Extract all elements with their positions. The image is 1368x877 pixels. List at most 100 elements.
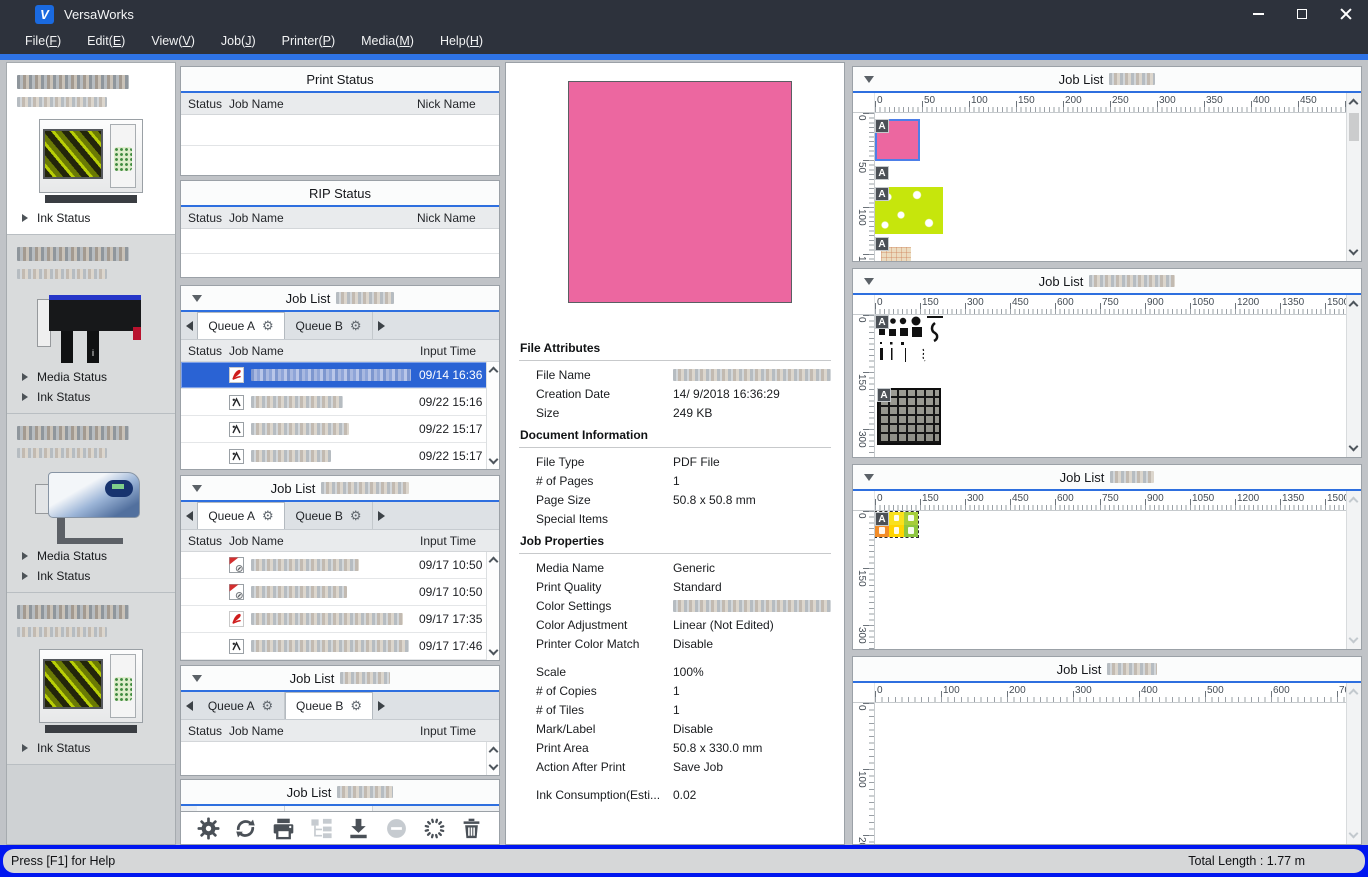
menu-help[interactable]: Help(H) (427, 30, 496, 52)
layout-canvas[interactable] (875, 703, 1346, 844)
collapse-panel-icon[interactable] (864, 474, 874, 481)
printer-card-4[interactable]: Ink Status (7, 593, 175, 765)
scroll-down-button[interactable] (1349, 634, 1359, 644)
scroll-up-button[interactable] (1349, 497, 1359, 507)
scroll-up-button[interactable] (1349, 301, 1359, 311)
ink-status-expander[interactable]: Ink Status (7, 738, 175, 758)
expander-label: Media Status (37, 549, 107, 563)
tab-scroll-right-button[interactable] (373, 502, 389, 529)
settings-button[interactable] (193, 813, 223, 843)
tab-scroll-right-button[interactable] (373, 692, 389, 719)
collapse-panel-icon[interactable] (864, 278, 874, 285)
tab-queue-b[interactable]: Queue B⚙ (285, 692, 373, 719)
menu-media[interactable]: Media(M) (348, 30, 427, 52)
ruler-label: 150 (856, 570, 867, 587)
ruler-label: 1050 (1192, 297, 1214, 308)
job-row[interactable]: 09/17 17:46 (181, 633, 499, 660)
detail-value: Generic (673, 561, 831, 575)
job-row[interactable]: 09/17 10:50 (181, 579, 499, 606)
scroll-up-button[interactable] (488, 367, 498, 377)
media-status-expander[interactable]: Media Status (7, 367, 175, 387)
job-list-scrollbar[interactable] (486, 552, 499, 660)
nest-button[interactable] (306, 813, 336, 843)
scroll-down-button[interactable] (1349, 246, 1359, 256)
queue-settings-icon[interactable]: ⚙ (350, 318, 362, 334)
tab-label: Queue A (208, 509, 255, 523)
printer-card-3[interactable]: Media Status Ink Status (7, 414, 175, 593)
queue-settings-icon[interactable]: ⚙ (262, 508, 274, 524)
scroll-down-button[interactable] (1349, 442, 1359, 452)
printer-card-1[interactable]: Ink Status (7, 63, 175, 235)
collapse-panel-icon[interactable] (864, 76, 874, 83)
job-list-scrollbar[interactable] (486, 742, 499, 775)
scroll-down-button[interactable] (488, 646, 498, 656)
detail-value: Linear (Not Edited) (673, 618, 831, 632)
job-list-scrollbar[interactable] (486, 362, 499, 469)
media-status-expander[interactable]: Media Status (7, 546, 175, 566)
maximize-button[interactable] (1280, 0, 1324, 28)
ruler-label: 250 (1112, 95, 1129, 106)
scroll-down-button[interactable] (488, 455, 498, 465)
queue-settings-icon[interactable]: ⚙ (262, 318, 274, 334)
job-name-cell (229, 638, 419, 654)
tab-queue-b[interactable]: Queue B⚙ (285, 312, 373, 339)
detail-label: Print Quality (536, 580, 673, 594)
print-button[interactable] (268, 813, 298, 843)
job-row[interactable]: 09/14 16:36 (181, 362, 499, 389)
job-row[interactable]: 09/22 15:16 (181, 389, 499, 416)
tab-queue-a[interactable]: Queue A ⚙ (197, 502, 285, 529)
canvas-scrollbar[interactable] (1346, 295, 1361, 457)
tab-scroll-left-button[interactable] (181, 502, 197, 529)
menu-file[interactable]: File(F) (12, 30, 74, 52)
scroll-up-button[interactable] (1349, 689, 1359, 699)
collapse-panel-icon[interactable] (192, 675, 202, 682)
canvas-scrollbar[interactable] (1346, 683, 1361, 844)
tab-queue-a[interactable]: Queue A⚙ (197, 312, 285, 339)
job-row[interactable]: 09/17 10:50 (181, 552, 499, 579)
ink-status-expander[interactable]: Ink Status (7, 208, 175, 228)
queue-settings-icon[interactable]: ⚙ (350, 698, 362, 714)
canvas-scrollbar[interactable] (1346, 491, 1361, 649)
layout-canvas[interactable]: AAAA (875, 113, 1346, 261)
tab-scroll-left-button[interactable] (181, 312, 197, 339)
tab-scroll-right-button[interactable] (373, 312, 389, 339)
scroll-up-button[interactable] (488, 747, 498, 757)
menu-job[interactable]: Job(J) (208, 30, 269, 52)
minimize-button[interactable] (1236, 0, 1280, 28)
scroll-up-button[interactable] (1349, 99, 1359, 109)
job-name-cell (229, 421, 419, 437)
layout-canvas[interactable]: AA (875, 315, 1346, 457)
download-button[interactable] (344, 813, 374, 843)
job-row[interactable]: 09/17 17:35 (181, 606, 499, 633)
collapse-panel-icon[interactable] (192, 295, 202, 302)
scroll-down-button[interactable] (1349, 829, 1359, 839)
scroll-down-button[interactable] (488, 761, 498, 771)
detail-label: # of Pages (536, 474, 673, 488)
ink-status-expander[interactable]: Ink Status (7, 387, 175, 407)
refresh-button[interactable] (231, 813, 261, 843)
layout-canvas[interactable]: A (875, 511, 1346, 649)
menu-printer[interactable]: Printer(P) (269, 30, 349, 52)
detail-section: Document InformationFile TypePDF File# o… (519, 424, 831, 528)
scroll-up-button[interactable] (488, 557, 498, 567)
processing-button[interactable] (419, 813, 449, 843)
menu-edit[interactable]: Edit(E) (74, 30, 138, 52)
panel-title: RIP Status (309, 186, 371, 201)
delete-button[interactable] (457, 813, 487, 843)
close-button[interactable] (1324, 0, 1368, 28)
ruler-label: 1350 (1282, 297, 1304, 308)
printer-card-2[interactable]: i Media Status Ink Status (7, 235, 175, 414)
tab-queue-a[interactable]: Queue A⚙ (197, 692, 285, 719)
menu-view[interactable]: View(V) (138, 30, 208, 52)
tab-queue-b[interactable]: Queue B⚙ (285, 502, 373, 529)
remove-button[interactable] (382, 813, 412, 843)
queue-settings-icon[interactable]: ⚙ (262, 698, 274, 714)
canvas-scrollbar[interactable] (1346, 93, 1361, 261)
tab-scroll-left-button[interactable] (181, 692, 197, 719)
queue-settings-icon[interactable]: ⚙ (350, 508, 362, 524)
collapse-panel-icon[interactable] (192, 485, 202, 492)
job-row[interactable]: 09/22 15:17 (181, 416, 499, 443)
job-row[interactable]: 09/22 15:17 (181, 443, 499, 469)
scrollbar-thumb[interactable] (1349, 113, 1359, 141)
ink-status-expander[interactable]: Ink Status (7, 566, 175, 586)
